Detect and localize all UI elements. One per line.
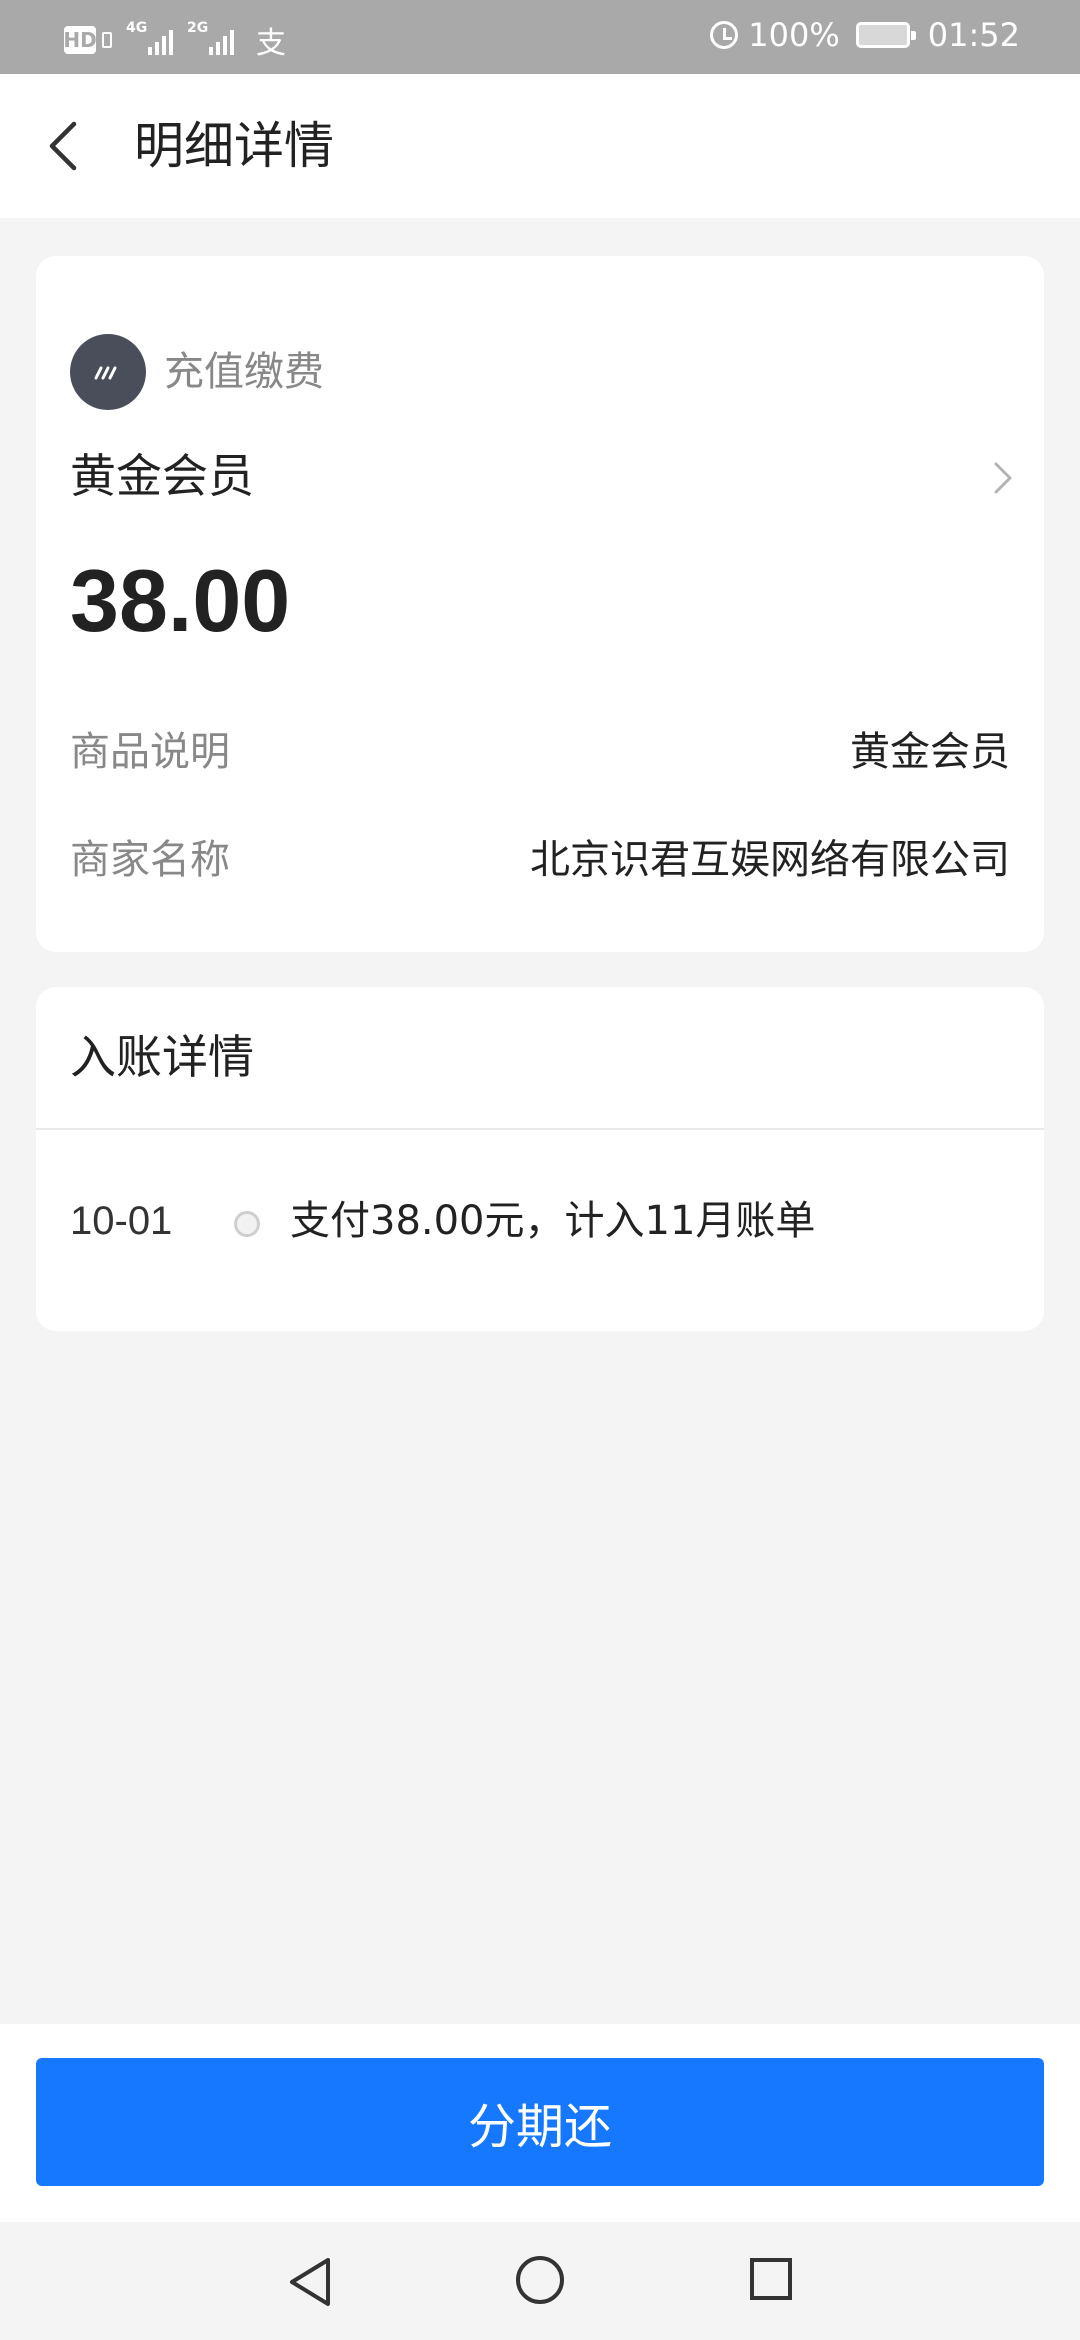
- info-value: 北京识君互娱网络有限公司: [530, 837, 1010, 883]
- info-row-merchant-name: 商家名称 北京识君互娱网络有限公司: [70, 826, 1010, 886]
- status-bar: HD 4G 2G 支 100% 01:52: [0, 0, 1080, 74]
- transaction-card: 充值缴费 黄金会员 38.00 商品说明 黄金会员 商家名称 北京识君互娱网络有…: [36, 256, 1044, 952]
- battery-icon: [855, 22, 916, 48]
- sim-icon: [102, 32, 112, 48]
- chevron-left-icon: [49, 121, 77, 171]
- info-row-product-desc: 商品说明 黄金会员: [70, 718, 1010, 778]
- info-label: 商家名称: [70, 837, 230, 883]
- nav-home-button[interactable]: [514, 2254, 566, 2306]
- system-nav-bar: [0, 2222, 1080, 2340]
- status-left: HD 4G 2G 支: [63, 18, 286, 62]
- nav-back-button[interactable]: [284, 2254, 336, 2310]
- merchant-logo: [70, 334, 146, 410]
- battery-percent: 100%: [748, 16, 840, 54]
- network-type-4g: 4G: [126, 20, 148, 36]
- signal-4g-icon: 4G: [126, 21, 173, 55]
- entry-details-card: 入账详情 10-01 支付38.00元，计入11月账单: [36, 987, 1044, 1331]
- installment-button[interactable]: 分期还: [36, 2058, 1044, 2186]
- product-title[interactable]: 黄金会员: [70, 444, 254, 508]
- alipay-notification-icon: 支: [256, 26, 286, 61]
- category-label: 充值缴费: [164, 349, 324, 395]
- divider: [36, 1128, 1044, 1130]
- info-value: 黄金会员: [850, 729, 1010, 775]
- status-right: 100% 01:52: [710, 16, 1020, 54]
- info-label: 商品说明: [70, 729, 230, 775]
- entry-text: 支付38.00元，计入11月账单: [290, 1198, 816, 1244]
- page-title: 明细详情: [134, 117, 334, 175]
- signal-2g-icon: 2G: [187, 21, 234, 55]
- back-triangle-icon: [290, 2258, 330, 2306]
- alarm-icon: [710, 21, 739, 49]
- bottom-action-area: 分期还: [0, 2024, 1080, 2222]
- entry-date: 10-01: [70, 1199, 173, 1243]
- hd-badge: HD: [63, 26, 97, 54]
- recent-square-icon: [750, 2258, 792, 2300]
- back-button[interactable]: [36, 116, 96, 176]
- clock: 01:52: [927, 16, 1020, 54]
- amount: 38.00: [70, 551, 291, 650]
- chevron-right-icon: [994, 462, 1012, 494]
- product-detail-link[interactable]: [988, 458, 1018, 498]
- nav-recent-button[interactable]: [748, 2256, 794, 2302]
- timeline-dot-icon: [234, 1211, 260, 1237]
- recharge-logo-icon: [94, 366, 117, 380]
- header: 明细详情: [0, 74, 1080, 218]
- entry-section-title: 入账详情: [70, 1030, 254, 1084]
- network-type-2g: 2G: [187, 20, 209, 36]
- home-circle-icon: [516, 2256, 564, 2304]
